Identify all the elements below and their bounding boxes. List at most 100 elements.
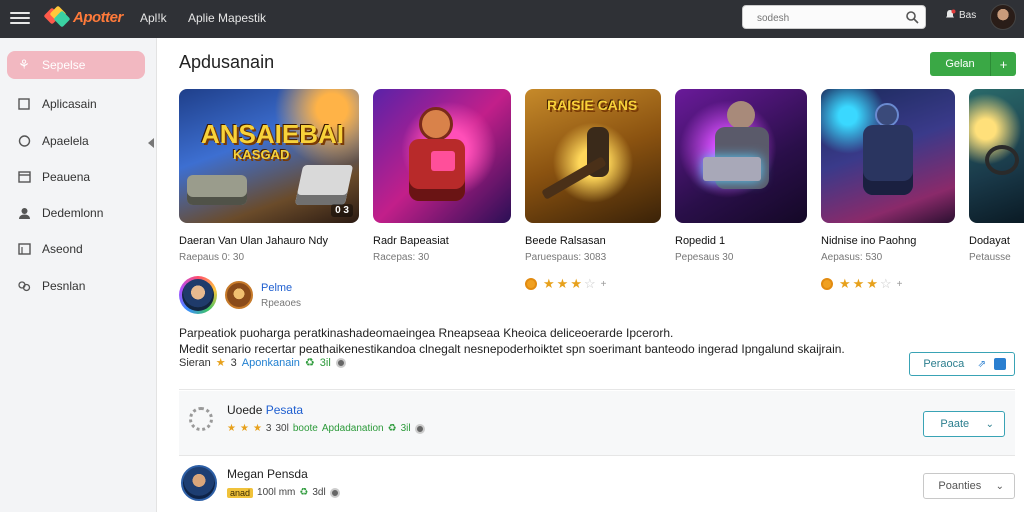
thumbnail-badge: 0 3 bbox=[331, 204, 353, 217]
app-logo[interactable]: Apotter bbox=[43, 5, 123, 28]
action-button[interactable]: Peraoca ⇗ bbox=[909, 352, 1015, 376]
sidebar-item-sepelse[interactable]: ⚘ Sepelse bbox=[7, 51, 145, 79]
sidebar-item-label: Aplicasain bbox=[42, 97, 97, 111]
review-row[interactable]: Uoede Pesata ★ ★ ★ 3 30l boote Apdadanat… bbox=[179, 391, 1015, 455]
sidebar-item-apaelela[interactable]: Apaelela bbox=[7, 127, 145, 155]
sidebar-item-aseond[interactable]: Aseond bbox=[7, 235, 145, 263]
game-title-art: RAISIE CANS bbox=[547, 97, 638, 113]
star-icon: ★ bbox=[215, 357, 226, 369]
review-badge: boote bbox=[292, 423, 318, 434]
star-empty-icon: ☆ bbox=[583, 276, 596, 291]
sidebar-item-dedemlonn[interactable]: Dedemlonn bbox=[7, 199, 145, 227]
app-thumbnail[interactable]: ANSAIEBAI KASGAD 0 3 bbox=[179, 89, 359, 223]
app-thumbnail[interactable]: RAISIE CANS bbox=[525, 89, 661, 223]
app-card[interactable]: RAISIE CANS Beede Ralsasan Paruespaus: 3… bbox=[525, 89, 661, 291]
chevron-down-icon: ⌄ bbox=[985, 418, 994, 430]
app-thumbnail[interactable] bbox=[675, 89, 807, 223]
meta-label: Sieran bbox=[179, 356, 211, 369]
action-button-label: Peraoca bbox=[923, 358, 965, 370]
notification-label: Bas bbox=[959, 9, 977, 21]
review-author[interactable]: Uoede Pesata bbox=[227, 403, 303, 417]
sidebar: ⚘ Sepelse Aplicasain Apaelela Peauena De… bbox=[0, 38, 156, 512]
globe-icon bbox=[335, 357, 346, 368]
description-line: Parpeatiok puoharga peratkinashadeomaein… bbox=[179, 326, 674, 340]
app-name[interactable]: Ropedid 1 bbox=[675, 235, 725, 247]
share-icon[interactable]: ⇗ bbox=[978, 359, 986, 370]
primary-button[interactable]: Gelan + bbox=[930, 52, 1016, 76]
meta-stars: 3 bbox=[230, 356, 237, 369]
review-row[interactable]: Megan Pensda anad 100l mm ♻ 3dl Poanties… bbox=[179, 455, 1015, 512]
search-icon[interactable] bbox=[905, 10, 919, 24]
description: Parpeatiok puoharga peratkinashadeomaein… bbox=[179, 325, 899, 357]
app-thumbnail[interactable] bbox=[821, 89, 955, 223]
app-name[interactable]: Radr Bapeasiat bbox=[373, 235, 449, 247]
star-icon: ★ bbox=[252, 423, 262, 434]
review-dropdown-label: Paate bbox=[940, 418, 970, 430]
users-icon bbox=[16, 278, 32, 294]
app-card[interactable]: Radr Bapeasiat Racepas: 30 bbox=[373, 89, 511, 263]
review-author[interactable]: Megan Pensda bbox=[227, 467, 308, 481]
app-name[interactable]: Daeran Van Ulan Jahauro Ndy bbox=[179, 235, 328, 247]
review-meta: anad 100l mm ♻ 3dl bbox=[227, 487, 340, 498]
star-empty-icon: ☆ bbox=[879, 276, 892, 291]
star-icon: ★ bbox=[543, 276, 555, 291]
app-subtitle: Aepasus: 530 bbox=[821, 252, 883, 263]
page-title: Apdusanain bbox=[179, 52, 275, 72]
app-name[interactable]: Nidnise ino Paohng bbox=[821, 235, 916, 247]
review-green-count: 3il bbox=[400, 423, 411, 434]
app-card[interactable]: Dodayat Petausse bbox=[969, 89, 1024, 263]
author-row: Pelme Rpeaoes bbox=[179, 276, 301, 314]
app-thumbnail[interactable] bbox=[969, 89, 1024, 223]
app-name[interactable]: Dodayat bbox=[969, 235, 1024, 247]
sidebar-item-label: Peauena bbox=[42, 170, 91, 184]
top-nav-link[interactable]: Apl!k bbox=[140, 11, 167, 25]
menu-icon[interactable] bbox=[10, 9, 30, 27]
user-avatar[interactable] bbox=[990, 4, 1016, 30]
sidebar-item-label: Apaelela bbox=[42, 134, 89, 148]
author-avatar-secondary[interactable] bbox=[225, 281, 253, 309]
review-dropdown[interactable]: Paate ⌄ bbox=[923, 411, 1005, 437]
top-bar: Apotter Apl!k Aplie Mapestik Bas bbox=[0, 0, 1024, 38]
review-author-last: Pensda bbox=[267, 467, 308, 481]
app-subtitle: Pepesaus 30 bbox=[675, 252, 734, 263]
author-subtitle: Rpeaoes bbox=[261, 297, 302, 309]
review-dropdown[interactable]: Poanties ⌄ bbox=[923, 473, 1015, 499]
user-icon bbox=[16, 205, 32, 221]
star-rating: ★ ★ ★ ☆ + bbox=[821, 276, 902, 292]
app-thumbnail[interactable] bbox=[373, 89, 511, 223]
sidebar-item-pesnlan[interactable]: Pesnlan bbox=[7, 272, 145, 300]
bell-icon bbox=[946, 9, 956, 18]
recycle-icon: ♻ bbox=[387, 423, 397, 434]
bookmark-icon[interactable] bbox=[994, 358, 1006, 370]
globe-icon bbox=[329, 487, 340, 498]
star-icon: ★ bbox=[852, 276, 865, 291]
game-subtitle-art: KASGAD bbox=[233, 147, 290, 162]
author-name[interactable]: Pelme bbox=[261, 282, 301, 294]
search-input[interactable] bbox=[757, 10, 897, 26]
review-author-first: Megan bbox=[227, 467, 264, 481]
recycle-icon: ♻ bbox=[304, 357, 315, 369]
plus-icon[interactable]: + bbox=[990, 52, 1016, 76]
top-nav-link[interactable]: Aplie Mapestik bbox=[188, 11, 266, 25]
review-tag: Apdadanation bbox=[321, 423, 384, 434]
app-name[interactable]: Beede Ralsasan bbox=[525, 235, 606, 247]
author-avatar[interactable] bbox=[179, 276, 217, 314]
app-subtitle: Paruespaus: 3083 bbox=[525, 252, 607, 263]
app-card[interactable]: Nidnise ino Paohng Aepasus: 530 ★ ★ ★ ☆ … bbox=[821, 89, 955, 291]
sidebar-item-peauena[interactable]: Peauena bbox=[7, 163, 145, 191]
app-card[interactable]: Ropedid 1 Pepesaus 30 bbox=[675, 89, 807, 263]
notifications[interactable]: Bas bbox=[944, 9, 976, 21]
globe-icon bbox=[414, 423, 425, 434]
reviewer-avatar[interactable] bbox=[181, 465, 217, 501]
sidebar-item-aplicasain[interactable]: Aplicasain bbox=[7, 90, 145, 118]
logo-mark-icon bbox=[43, 5, 71, 28]
game-title-art: ANSAIEBAI bbox=[201, 119, 345, 149]
panel-icon bbox=[16, 169, 32, 185]
search-box[interactable] bbox=[742, 5, 926, 29]
meta-link[interactable]: Aponkanain bbox=[242, 357, 300, 369]
coin-icon bbox=[821, 278, 833, 290]
review-green-count: 3dl bbox=[312, 487, 326, 498]
app-card[interactable]: ANSAIEBAI KASGAD 0 3 Daeran Van Ulan Jah… bbox=[179, 89, 359, 263]
collapse-caret-icon[interactable] bbox=[148, 138, 154, 148]
app-subtitle: Racepas: 30 bbox=[373, 252, 430, 263]
